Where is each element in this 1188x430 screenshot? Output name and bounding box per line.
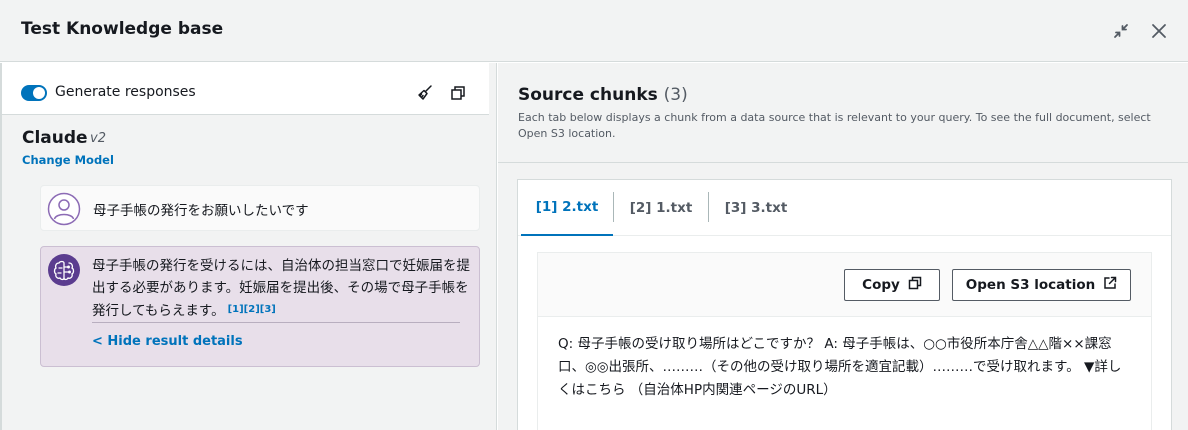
copy-icon bbox=[908, 276, 922, 294]
citation-links[interactable]: [1][2][3] bbox=[228, 304, 276, 315]
ai-message-body: 母子手帳の発行を受けるには、自治体の担当窓口で妊娠届を提出する必要があります。妊… bbox=[92, 258, 470, 319]
source-chunks-description: Each tab below displays a chunk from a d… bbox=[518, 111, 1151, 140]
copy-button[interactable]: Copy bbox=[844, 269, 940, 301]
modal-title: Test Knowledge base bbox=[21, 19, 224, 39]
chat-panel: Generate responses Claude v2 Change Mode… bbox=[0, 63, 497, 430]
ai-message-text: 母子手帳の発行を受けるには、自治体の担当窓口で妊娠届を提出する必要があります。妊… bbox=[92, 255, 474, 322]
ai-message-divider bbox=[92, 322, 460, 323]
tab-chunk-3[interactable]: [3] 3.txt bbox=[709, 180, 803, 236]
open-s3-button-label: Open S3 location bbox=[965, 277, 1096, 293]
tab-chunk-2[interactable]: [2] 1.txt bbox=[614, 180, 708, 236]
user-message: 母子手帳の発行をお願いしたいです bbox=[40, 185, 480, 231]
chat-toolbar: Generate responses bbox=[2, 63, 489, 115]
open-s3-location-button[interactable]: Open S3 location bbox=[952, 269, 1131, 301]
modal-header: Test Knowledge base bbox=[0, 0, 1188, 62]
chunk-tabs: [1] 2.txt [2] 1.txt [3] 3.txt bbox=[518, 180, 1171, 236]
chunk-tabs-container: [1] 2.txt [2] 1.txt [3] 3.txt Copy Open … bbox=[517, 179, 1172, 430]
model-name: Claude bbox=[22, 128, 88, 148]
source-chunks-panel: Source chunks (3) Each tab below display… bbox=[498, 63, 1188, 430]
copy-button-label: Copy bbox=[862, 277, 900, 293]
section-divider bbox=[498, 162, 1188, 163]
user-avatar-icon bbox=[47, 192, 81, 226]
hide-result-details-link[interactable]: < Hide result details bbox=[92, 334, 243, 349]
tab-chunk-1[interactable]: [1] 2.txt bbox=[521, 180, 613, 236]
toggle-knob bbox=[33, 87, 45, 99]
copy-icon[interactable] bbox=[449, 84, 467, 102]
close-icon[interactable] bbox=[1147, 19, 1171, 43]
source-chunks-title: Source chunks (3) bbox=[518, 85, 688, 105]
minimize-icon[interactable] bbox=[1109, 19, 1133, 43]
generate-responses-toggle[interactable] bbox=[21, 85, 47, 101]
user-message-text: 母子手帳の発行をお願いしたいです bbox=[93, 203, 309, 219]
ai-message: 母子手帳の発行を受けるには、自治体の担当窓口で妊娠届を提出する必要があります。妊… bbox=[40, 246, 480, 367]
source-chunks-title-text: Source chunks bbox=[518, 85, 658, 105]
ai-brain-icon bbox=[47, 253, 81, 287]
chunk-text: Q: 母子手帳の受け取り場所はどこですか？ A: 母子手帳は、○○市役所本庁舎△… bbox=[558, 336, 1122, 398]
clear-broom-icon[interactable] bbox=[416, 84, 434, 102]
change-model-link[interactable]: Change Model bbox=[22, 153, 114, 167]
chunk-content: Copy Open S3 location Q: 母子手帳の受け取り場所はどこで… bbox=[537, 252, 1152, 430]
source-chunks-count: (3) bbox=[663, 85, 688, 105]
model-version: v2 bbox=[90, 131, 106, 146]
external-link-icon bbox=[1103, 276, 1117, 294]
chunk-toolbar: Copy Open S3 location bbox=[538, 253, 1151, 317]
generate-responses-label: Generate responses bbox=[55, 84, 196, 100]
